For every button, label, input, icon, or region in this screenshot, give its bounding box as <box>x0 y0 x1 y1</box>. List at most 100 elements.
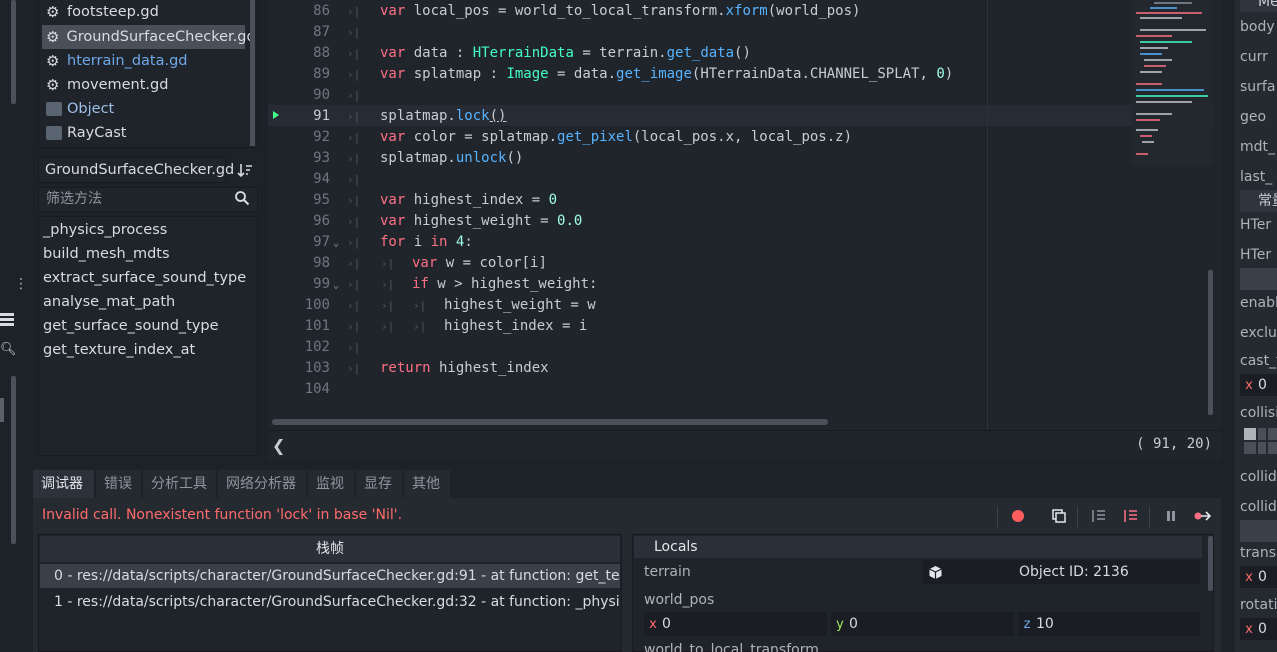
gear-icon: ⚙ <box>46 76 60 94</box>
code-line-89[interactable]: var splatmap : Image = data.get_image(HT… <box>380 66 953 82</box>
tab-monitors[interactable]: 监视 <box>308 470 355 498</box>
tab-indicator-icon: ›| <box>347 47 361 60</box>
stack-frame-row[interactable]: 0 - res://data/scripts/character/GroundS… <box>40 564 620 588</box>
dock-scrollbar-lower[interactable] <box>11 376 16 544</box>
chevron-left-icon[interactable]: ❮ <box>272 436 285 455</box>
sort-icon[interactable] <box>232 157 258 183</box>
world-pos-z-field[interactable]: z 10 <box>1018 612 1200 636</box>
keyword: var <box>380 66 406 82</box>
editor-vertical-scrollbar[interactable] <box>1208 270 1213 415</box>
tab-video-ram[interactable]: 显存 <box>356 470 403 498</box>
locals-scrollbar[interactable] <box>1208 536 1213 591</box>
inspector-property[interactable]: body <box>1240 19 1277 35</box>
inspector-property[interactable]: collid <box>1240 499 1277 515</box>
breakpoint-icon[interactable] <box>1006 504 1030 528</box>
fold-arrow-icon[interactable]: ⌄ <box>333 280 339 291</box>
file-item-object-doc[interactable]: Object <box>42 97 245 121</box>
inspector-property[interactable]: collisi <box>1240 405 1277 421</box>
inspector-property[interactable]: exclu <box>1240 325 1277 341</box>
code-line-103[interactable]: return highest_index <box>380 360 549 376</box>
inspector-property[interactable]: enabl <box>1240 295 1277 311</box>
code-line-91[interactable]: splatmap.lock() <box>380 108 506 124</box>
line-number: 89 <box>313 66 330 82</box>
cast-to-x-field[interactable]: x0 <box>1240 374 1277 396</box>
inspector-property[interactable]: transl <box>1240 545 1277 561</box>
constants-section-header[interactable]: 常量 <box>1240 190 1277 212</box>
code-line-96[interactable]: var highest_weight = 0.0 <box>380 213 582 229</box>
inspector-property[interactable]: cast_t <box>1240 353 1277 369</box>
step-into-icon[interactable] <box>1087 504 1111 528</box>
tab-profiler[interactable]: 分析工具 <box>143 470 217 498</box>
inspector-property[interactable]: collid <box>1240 469 1277 485</box>
inspector-section-header[interactable]: Me <box>1240 0 1277 12</box>
continue-icon[interactable] <box>1191 504 1215 528</box>
list-icon[interactable] <box>0 313 14 327</box>
indent-guide-icon: ›| <box>381 278 395 291</box>
inspector-property[interactable]: last_ <box>1240 169 1277 185</box>
copy-error-icon[interactable] <box>1047 504 1071 528</box>
file-item-movement[interactable]: ⚙ movement.gd <box>42 73 245 97</box>
function-name: get_data <box>666 45 735 61</box>
method-item[interactable]: get_texture_index_at <box>43 338 195 362</box>
stack-frame-row[interactable]: 1 - res://data/scripts/character/GroundS… <box>40 590 620 614</box>
file-item-hterrain-data[interactable]: ⚙ hterrain_data.gd <box>42 49 245 73</box>
method-item[interactable]: _physics_process <box>43 218 167 242</box>
translation-x-field[interactable]: x0 <box>1240 566 1277 588</box>
inspector-property[interactable]: rotati <box>1240 597 1277 613</box>
inspector-property[interactable]: HTer <box>1240 217 1277 233</box>
code-line-88[interactable]: var data : HTerrainData = terrain.get_da… <box>380 45 751 61</box>
step-over-icon[interactable] <box>1119 504 1143 528</box>
dock-menu-icon[interactable]: ⋮ <box>14 277 28 300</box>
pause-icon[interactable] <box>1159 504 1183 528</box>
rotation-x-value: 0 <box>1258 621 1267 637</box>
dock-scrollbar[interactable] <box>11 0 16 104</box>
script-file-list: ⚙ footsteep.gd ⚙ GroundSurfaceChecker.gd ⚙… <box>38 0 258 148</box>
code-minimap[interactable] <box>1132 0 1212 165</box>
code-line-101[interactable]: highest_index = i <box>444 318 587 334</box>
code-line-95[interactable]: var highest_index = 0 <box>380 192 557 208</box>
line-number: 97 <box>313 234 330 250</box>
inspector-category-bar <box>1240 520 1277 542</box>
method-item[interactable]: build_mesh_mdts <box>43 242 170 266</box>
code-line-97[interactable]: for i in 4: <box>380 234 473 250</box>
axis-label-x: x <box>1245 570 1253 585</box>
tab-network-profiler[interactable]: 网络分析器 <box>218 470 307 498</box>
file-item-groundsurfacechecker[interactable]: ⚙ GroundSurfaceChecker.gd <box>42 25 256 49</box>
file-list-scrollbar[interactable] <box>250 0 255 146</box>
code-line-92[interactable]: var color = splatmap.get_pixel(local_pos… <box>380 129 852 145</box>
code-line-100[interactable]: highest_weight = w <box>444 297 596 313</box>
method-item[interactable]: analyse_mat_path <box>43 290 175 314</box>
tab-errors[interactable]: 错误 <box>96 470 142 498</box>
world-pos-x-field[interactable]: x0 <box>644 612 827 636</box>
inspector-property[interactable]: curr <box>1240 49 1277 65</box>
filter-methods-input[interactable]: 筛选方法 <box>38 187 258 212</box>
bottom-panel-tabs: 调试器 错误 分析工具 网络分析器 监视 显存 其他 <box>33 470 1221 498</box>
inspector-property[interactable]: HTer <box>1240 247 1277 263</box>
rotation-x-field[interactable]: x0 <box>1240 618 1277 640</box>
method-item[interactable]: get_surface_sound_type <box>43 314 219 338</box>
search-icon[interactable]: 🔍︎ <box>0 342 17 357</box>
code-line-98[interactable]: var w = color[i] <box>412 255 547 271</box>
inspector-property[interactable]: mdt_ <box>1240 139 1277 155</box>
terrain-value-field[interactable]: Object ID: 2136 <box>922 560 1200 584</box>
collision-layer-grid[interactable] <box>1242 426 1277 456</box>
dock-handle[interactable] <box>0 398 4 422</box>
code-line-86[interactable]: var local_pos = world_to_local_transform… <box>380 3 860 19</box>
code-line-99[interactable]: if w > highest_weight: <box>412 276 597 292</box>
world-pos-y-field[interactable]: y0 <box>831 612 1014 636</box>
file-item-raycast-doc[interactable]: RayCast <box>42 121 245 145</box>
number-literal: 0.0 <box>557 213 583 229</box>
file-name: RayCast <box>67 125 127 141</box>
tab-debugger[interactable]: 调试器 <box>33 470 95 498</box>
inspector-property[interactable]: surfa <box>1240 79 1277 95</box>
code-text: () <box>489 108 507 124</box>
tab-misc[interactable]: 其他 <box>404 470 451 498</box>
fold-arrow-icon[interactable]: ⌄ <box>333 238 339 249</box>
method-item[interactable]: extract_surface_sound_type <box>43 266 246 290</box>
line-number: 91 <box>313 108 330 124</box>
code-line-93[interactable]: splatmap.unlock() <box>380 150 523 166</box>
code-text: highest_weight = w <box>444 297 596 313</box>
file-item-footsteep[interactable]: ⚙ footsteep.gd <box>42 0 245 24</box>
editor-horizontal-scrollbar[interactable] <box>272 419 828 425</box>
inspector-property[interactable]: geo <box>1240 109 1277 125</box>
